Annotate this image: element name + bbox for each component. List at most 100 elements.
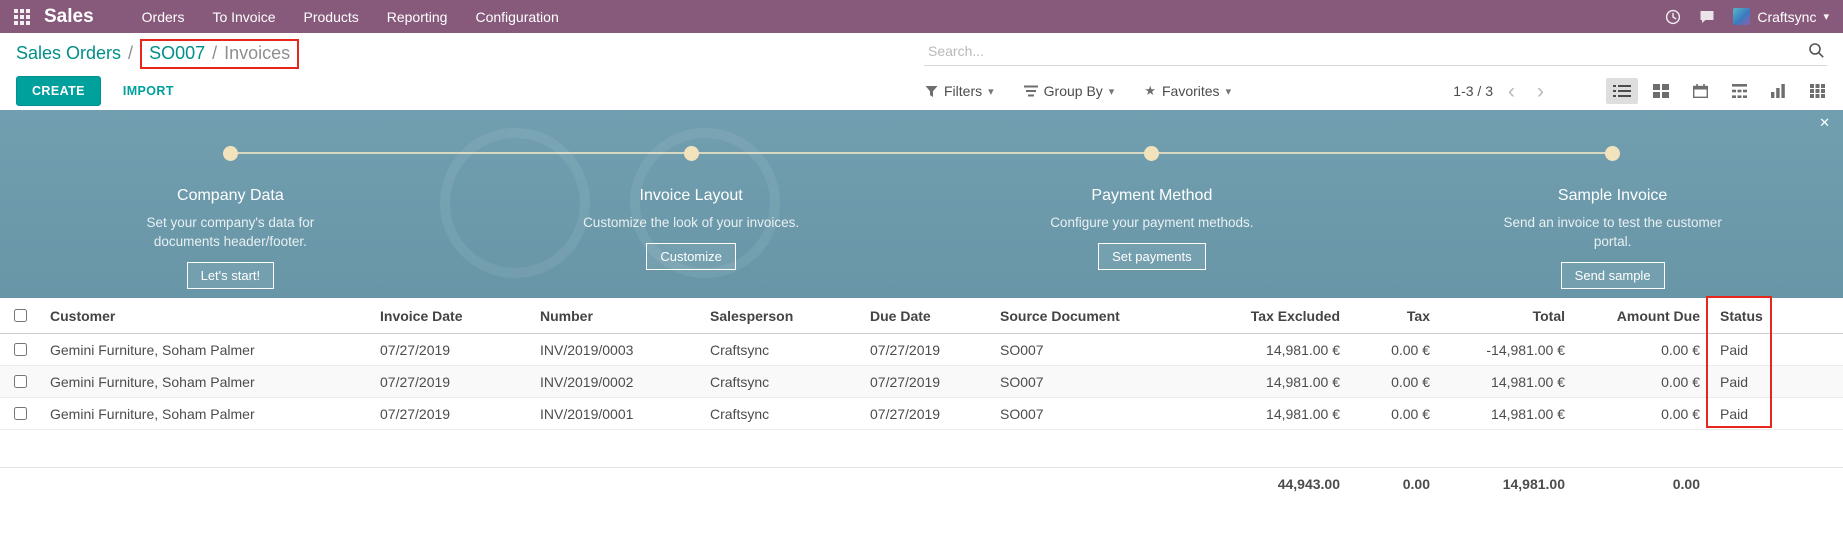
- search-input[interactable]: [926, 42, 1808, 60]
- cell-salesperson: Craftsync: [700, 334, 860, 366]
- row-checkbox[interactable]: [14, 343, 27, 356]
- chevron-down-icon: ▾: [1226, 85, 1232, 98]
- cell-salesperson: Craftsync: [700, 366, 860, 398]
- cell-salesperson: Craftsync: [700, 398, 860, 430]
- onboarding-step-company-data: Company Data Set your company's data for…: [0, 110, 461, 298]
- chevron-down-icon: ▾: [988, 85, 994, 98]
- search-icon[interactable]: [1808, 42, 1825, 59]
- filters-dropdown[interactable]: Filters ▾: [925, 83, 994, 99]
- total-tax-excluded: 44,943.00: [1170, 468, 1350, 501]
- cell-status: Paid: [1710, 334, 1770, 366]
- breadcrumb-sales-orders[interactable]: Sales Orders: [16, 43, 121, 64]
- lets-start-button[interactable]: Let's start!: [187, 262, 275, 289]
- cell-total: -14,981.00 €: [1440, 334, 1575, 366]
- col-customer[interactable]: Customer: [40, 298, 370, 334]
- col-tax[interactable]: Tax: [1350, 298, 1440, 334]
- close-icon[interactable]: ✕: [1819, 115, 1830, 131]
- cell-number: INV/2019/0003: [530, 334, 700, 366]
- menu-orders[interactable]: Orders: [142, 9, 185, 25]
- invoices-table: Customer Invoice Date Number Salesperson…: [0, 298, 1843, 500]
- col-invoice-date[interactable]: Invoice Date: [370, 298, 530, 334]
- apps-grid-icon[interactable]: [14, 9, 30, 25]
- user-menu[interactable]: Craftsync ▾: [1733, 8, 1829, 25]
- cell-status: Paid: [1710, 366, 1770, 398]
- group-by-dropdown[interactable]: Group By ▾: [1024, 83, 1115, 99]
- breadcrumb: Sales Orders / SO007 / Invoices: [16, 39, 299, 69]
- graph-view-icon[interactable]: [1762, 78, 1794, 104]
- table-header-row: Customer Invoice Date Number Salesperson…: [0, 298, 1843, 334]
- search-options: Filters ▾ Group By ▾ ★ Favorites ▾: [925, 72, 1231, 110]
- import-button[interactable]: IMPORT: [117, 83, 180, 99]
- col-tax-excluded[interactable]: Tax Excluded: [1170, 298, 1350, 334]
- select-all-checkbox[interactable]: [14, 309, 27, 322]
- navbar-systray: Craftsync ▾: [1665, 8, 1829, 25]
- create-button[interactable]: CREATE: [16, 76, 101, 106]
- step-title: Payment Method: [1091, 187, 1212, 205]
- customize-button[interactable]: Customize: [646, 243, 735, 270]
- cell-tax: 0.00 €: [1350, 398, 1440, 430]
- set-payments-button[interactable]: Set payments: [1098, 243, 1206, 270]
- col-total[interactable]: Total: [1440, 298, 1575, 334]
- menu-reporting[interactable]: Reporting: [387, 9, 448, 25]
- star-icon: ★: [1144, 83, 1156, 99]
- step-description: Customize the look of your invoices.: [583, 214, 799, 233]
- table-row[interactable]: Gemini Furniture, Soham Palmer 07/27/201…: [0, 398, 1843, 430]
- table-row[interactable]: Gemini Furniture, Soham Palmer 07/27/201…: [0, 334, 1843, 366]
- table-spacer: [0, 430, 1843, 468]
- cell-due-date: 07/27/2019: [860, 366, 990, 398]
- send-sample-button[interactable]: Send sample: [1561, 262, 1665, 289]
- activities-clock-icon[interactable]: [1665, 9, 1681, 25]
- pager: 1-3 / 3 ‹ ›: [1453, 72, 1551, 110]
- pager-range: 1-3 / 3: [1453, 83, 1493, 99]
- step-dot: [1144, 146, 1159, 161]
- onboarding-step-sample-invoice: Sample Invoice Send an invoice to test t…: [1382, 110, 1843, 298]
- cell-tax: 0.00 €: [1350, 366, 1440, 398]
- breadcrumb-separator: /: [128, 43, 133, 64]
- col-status[interactable]: Status: [1710, 298, 1770, 334]
- cell-status: Paid: [1710, 398, 1770, 430]
- user-name: Craftsync: [1757, 9, 1816, 25]
- breadcrumb-so007[interactable]: SO007: [149, 43, 205, 64]
- step-title: Invoice Layout: [640, 187, 743, 205]
- dashboard-view-icon[interactable]: [1801, 78, 1833, 104]
- col-salesperson[interactable]: Salesperson: [700, 298, 860, 334]
- col-amount-due[interactable]: Amount Due: [1575, 298, 1710, 334]
- search-bar: [924, 42, 1827, 66]
- step-description: Configure your payment methods.: [1050, 214, 1253, 233]
- pager-next-icon[interactable]: ›: [1530, 81, 1551, 102]
- col-due-date[interactable]: Due Date: [860, 298, 990, 334]
- col-source-document[interactable]: Source Document: [990, 298, 1170, 334]
- row-checkbox[interactable]: [14, 407, 27, 420]
- pivot-view-icon[interactable]: [1723, 78, 1755, 104]
- col-filler: [1770, 298, 1843, 334]
- list-view-icon[interactable]: [1606, 78, 1638, 104]
- favorites-dropdown[interactable]: ★ Favorites ▾: [1144, 83, 1231, 99]
- cell-customer: Gemini Furniture, Soham Palmer: [40, 366, 370, 398]
- menu-configuration[interactable]: Configuration: [475, 9, 558, 25]
- menu-to-invoice[interactable]: To Invoice: [212, 9, 275, 25]
- main-menu: Orders To Invoice Products Reporting Con…: [142, 9, 559, 25]
- invoices-list: Customer Invoice Date Number Salesperson…: [0, 298, 1843, 500]
- calendar-view-icon[interactable]: [1684, 78, 1716, 104]
- app-title[interactable]: Sales: [44, 6, 94, 28]
- cell-total: 14,981.00 €: [1440, 366, 1575, 398]
- table-row[interactable]: Gemini Furniture, Soham Palmer 07/27/201…: [0, 366, 1843, 398]
- row-checkbox[interactable]: [14, 375, 27, 388]
- menu-products[interactable]: Products: [304, 9, 359, 25]
- messages-chat-icon[interactable]: [1699, 9, 1715, 25]
- kanban-view-icon[interactable]: [1645, 78, 1677, 104]
- cell-number: INV/2019/0001: [530, 398, 700, 430]
- cell-tax-excluded: 14,981.00 €: [1170, 366, 1350, 398]
- cell-amount-due: 0.00 €: [1575, 398, 1710, 430]
- step-dot: [223, 146, 238, 161]
- cell-tax-excluded: 14,981.00 €: [1170, 334, 1350, 366]
- annotation-highlight-breadcrumb: SO007 / Invoices: [140, 39, 299, 69]
- cell-tax-excluded: 14,981.00 €: [1170, 398, 1350, 430]
- step-dot: [1605, 146, 1620, 161]
- breadcrumb-row: Sales Orders / SO007 / Invoices: [0, 33, 1843, 72]
- cell-source-document: SO007: [990, 398, 1170, 430]
- col-number[interactable]: Number: [530, 298, 700, 334]
- total-amount-due: 0.00: [1575, 468, 1710, 501]
- pager-previous-icon[interactable]: ‹: [1501, 81, 1522, 102]
- cell-amount-due: 0.00 €: [1575, 334, 1710, 366]
